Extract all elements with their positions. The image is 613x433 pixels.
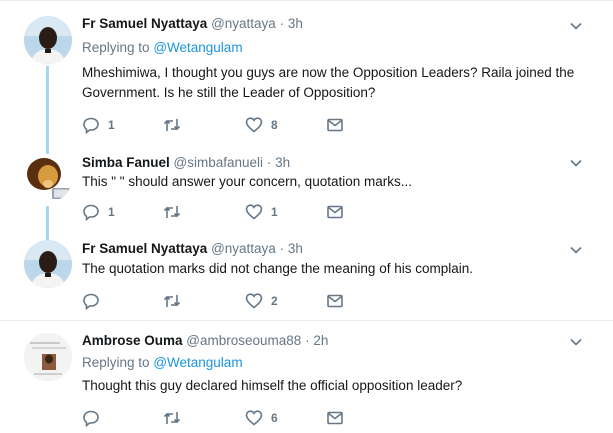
direct-message-button[interactable] — [326, 408, 344, 428]
retweet-button[interactable] — [162, 291, 190, 311]
heart-icon — [245, 293, 263, 309]
chevron-down-icon[interactable] — [569, 19, 583, 33]
tweet-text: Mheshimiwa, I thought you guys are now t… — [82, 65, 575, 100]
avatar[interactable] — [24, 333, 72, 381]
reply-count: 1 — [108, 205, 115, 219]
direct-message-button[interactable] — [326, 291, 344, 311]
timestamp[interactable]: 3h — [288, 241, 303, 256]
retweet-icon — [163, 412, 181, 424]
like-count: 1 — [271, 205, 278, 219]
replying-to-label: Replying to — [82, 355, 150, 370]
reply-button[interactable]: 1 — [82, 202, 115, 222]
timestamp[interactable]: 3h — [275, 155, 290, 170]
reply-button[interactable] — [82, 291, 108, 311]
retweet-button[interactable] — [162, 115, 190, 135]
replying-to-label: Replying to — [82, 40, 150, 55]
tweet[interactable]: Fr Samuel Nyattaya @nyattaya · 3h The qu… — [0, 234, 613, 320]
heart-icon — [245, 410, 263, 426]
timestamp[interactable]: 2h — [313, 333, 328, 348]
display-name[interactable]: Fr Samuel Nyattaya — [82, 241, 207, 256]
tweet[interactable]: Ambrose Ouma @ambroseouma88 · 2h Replyin… — [0, 321, 613, 433]
avatar[interactable] — [24, 154, 72, 202]
envelope-icon — [327, 205, 343, 219]
timestamp[interactable]: 3h — [288, 16, 303, 31]
chevron-down-icon[interactable] — [569, 156, 583, 170]
username[interactable]: @nyattaya — [211, 16, 276, 31]
reply-count: 1 — [108, 118, 115, 132]
tweet-header: Fr Samuel Nyattaya @nyattaya · 3h — [82, 16, 303, 31]
username[interactable]: @ambroseouma88 — [186, 333, 301, 348]
mention-link[interactable]: @Wetangulam — [153, 355, 242, 370]
tweet-header: Fr Samuel Nyattaya @nyattaya · 3h — [82, 241, 303, 256]
tweet[interactable]: Fr Samuel Nyattaya @nyattaya · 3h Replyi… — [0, 0, 613, 150]
reply-icon — [83, 204, 99, 221]
avatar[interactable] — [24, 240, 72, 288]
direct-message-button[interactable] — [326, 202, 344, 222]
reply-button[interactable]: 1 — [82, 115, 115, 135]
heart-icon — [245, 204, 263, 220]
envelope-icon — [327, 118, 343, 132]
chevron-down-icon[interactable] — [569, 335, 583, 349]
retweet-button[interactable] — [162, 408, 190, 428]
chevron-down-icon[interactable] — [569, 243, 583, 257]
display-name[interactable]: Simba Fanuel — [82, 155, 170, 170]
display-name[interactable]: Fr Samuel Nyattaya — [82, 16, 207, 31]
replying-to: Replying to @Wetangulam — [82, 40, 243, 55]
separator: · — [279, 16, 285, 31]
tweet-text: Thought this guy declared himself the of… — [82, 378, 463, 393]
tweet[interactable]: Simba Fanuel @simbafanueli · 3h This " "… — [0, 150, 613, 234]
reply-icon — [83, 293, 99, 310]
separator: · — [305, 333, 310, 348]
envelope-icon — [327, 411, 343, 425]
direct-message-button[interactable] — [326, 115, 344, 135]
avatar[interactable] — [24, 16, 72, 64]
reply-button[interactable] — [82, 408, 108, 428]
separator: · — [266, 155, 272, 170]
display-name[interactable]: Ambrose Ouma — [82, 333, 183, 348]
tweet-header: Simba Fanuel @simbafanueli · 3h — [82, 155, 290, 170]
like-button[interactable]: 1 — [245, 202, 278, 222]
like-button[interactable]: 8 — [245, 115, 278, 135]
like-count: 6 — [271, 411, 278, 425]
reply-icon — [83, 117, 99, 134]
like-count: 2 — [271, 294, 278, 308]
like-button[interactable]: 6 — [245, 408, 278, 428]
retweet-icon — [163, 206, 181, 218]
envelope-icon — [327, 294, 343, 308]
mention-link[interactable]: @Wetangulam — [153, 40, 242, 55]
thread-line — [46, 66, 49, 150]
reply-icon — [83, 410, 99, 427]
replying-to: Replying to @Wetangulam — [82, 355, 243, 370]
heart-icon — [245, 117, 263, 133]
retweet-icon — [163, 295, 181, 307]
username[interactable]: @simbafanueli — [174, 155, 264, 170]
tweet-header: Ambrose Ouma @ambroseouma88 · 2h — [82, 333, 328, 348]
tweet-text: This " " should answer your concern, quo… — [82, 174, 412, 189]
thread-line — [46, 206, 49, 234]
retweet-button[interactable] — [162, 202, 190, 222]
tweet-text: The quotation marks did not change the m… — [82, 261, 473, 276]
separator: · — [279, 241, 285, 256]
retweet-icon — [163, 119, 181, 131]
like-count: 8 — [271, 118, 278, 132]
like-button[interactable]: 2 — [245, 291, 278, 311]
username[interactable]: @nyattaya — [211, 241, 276, 256]
